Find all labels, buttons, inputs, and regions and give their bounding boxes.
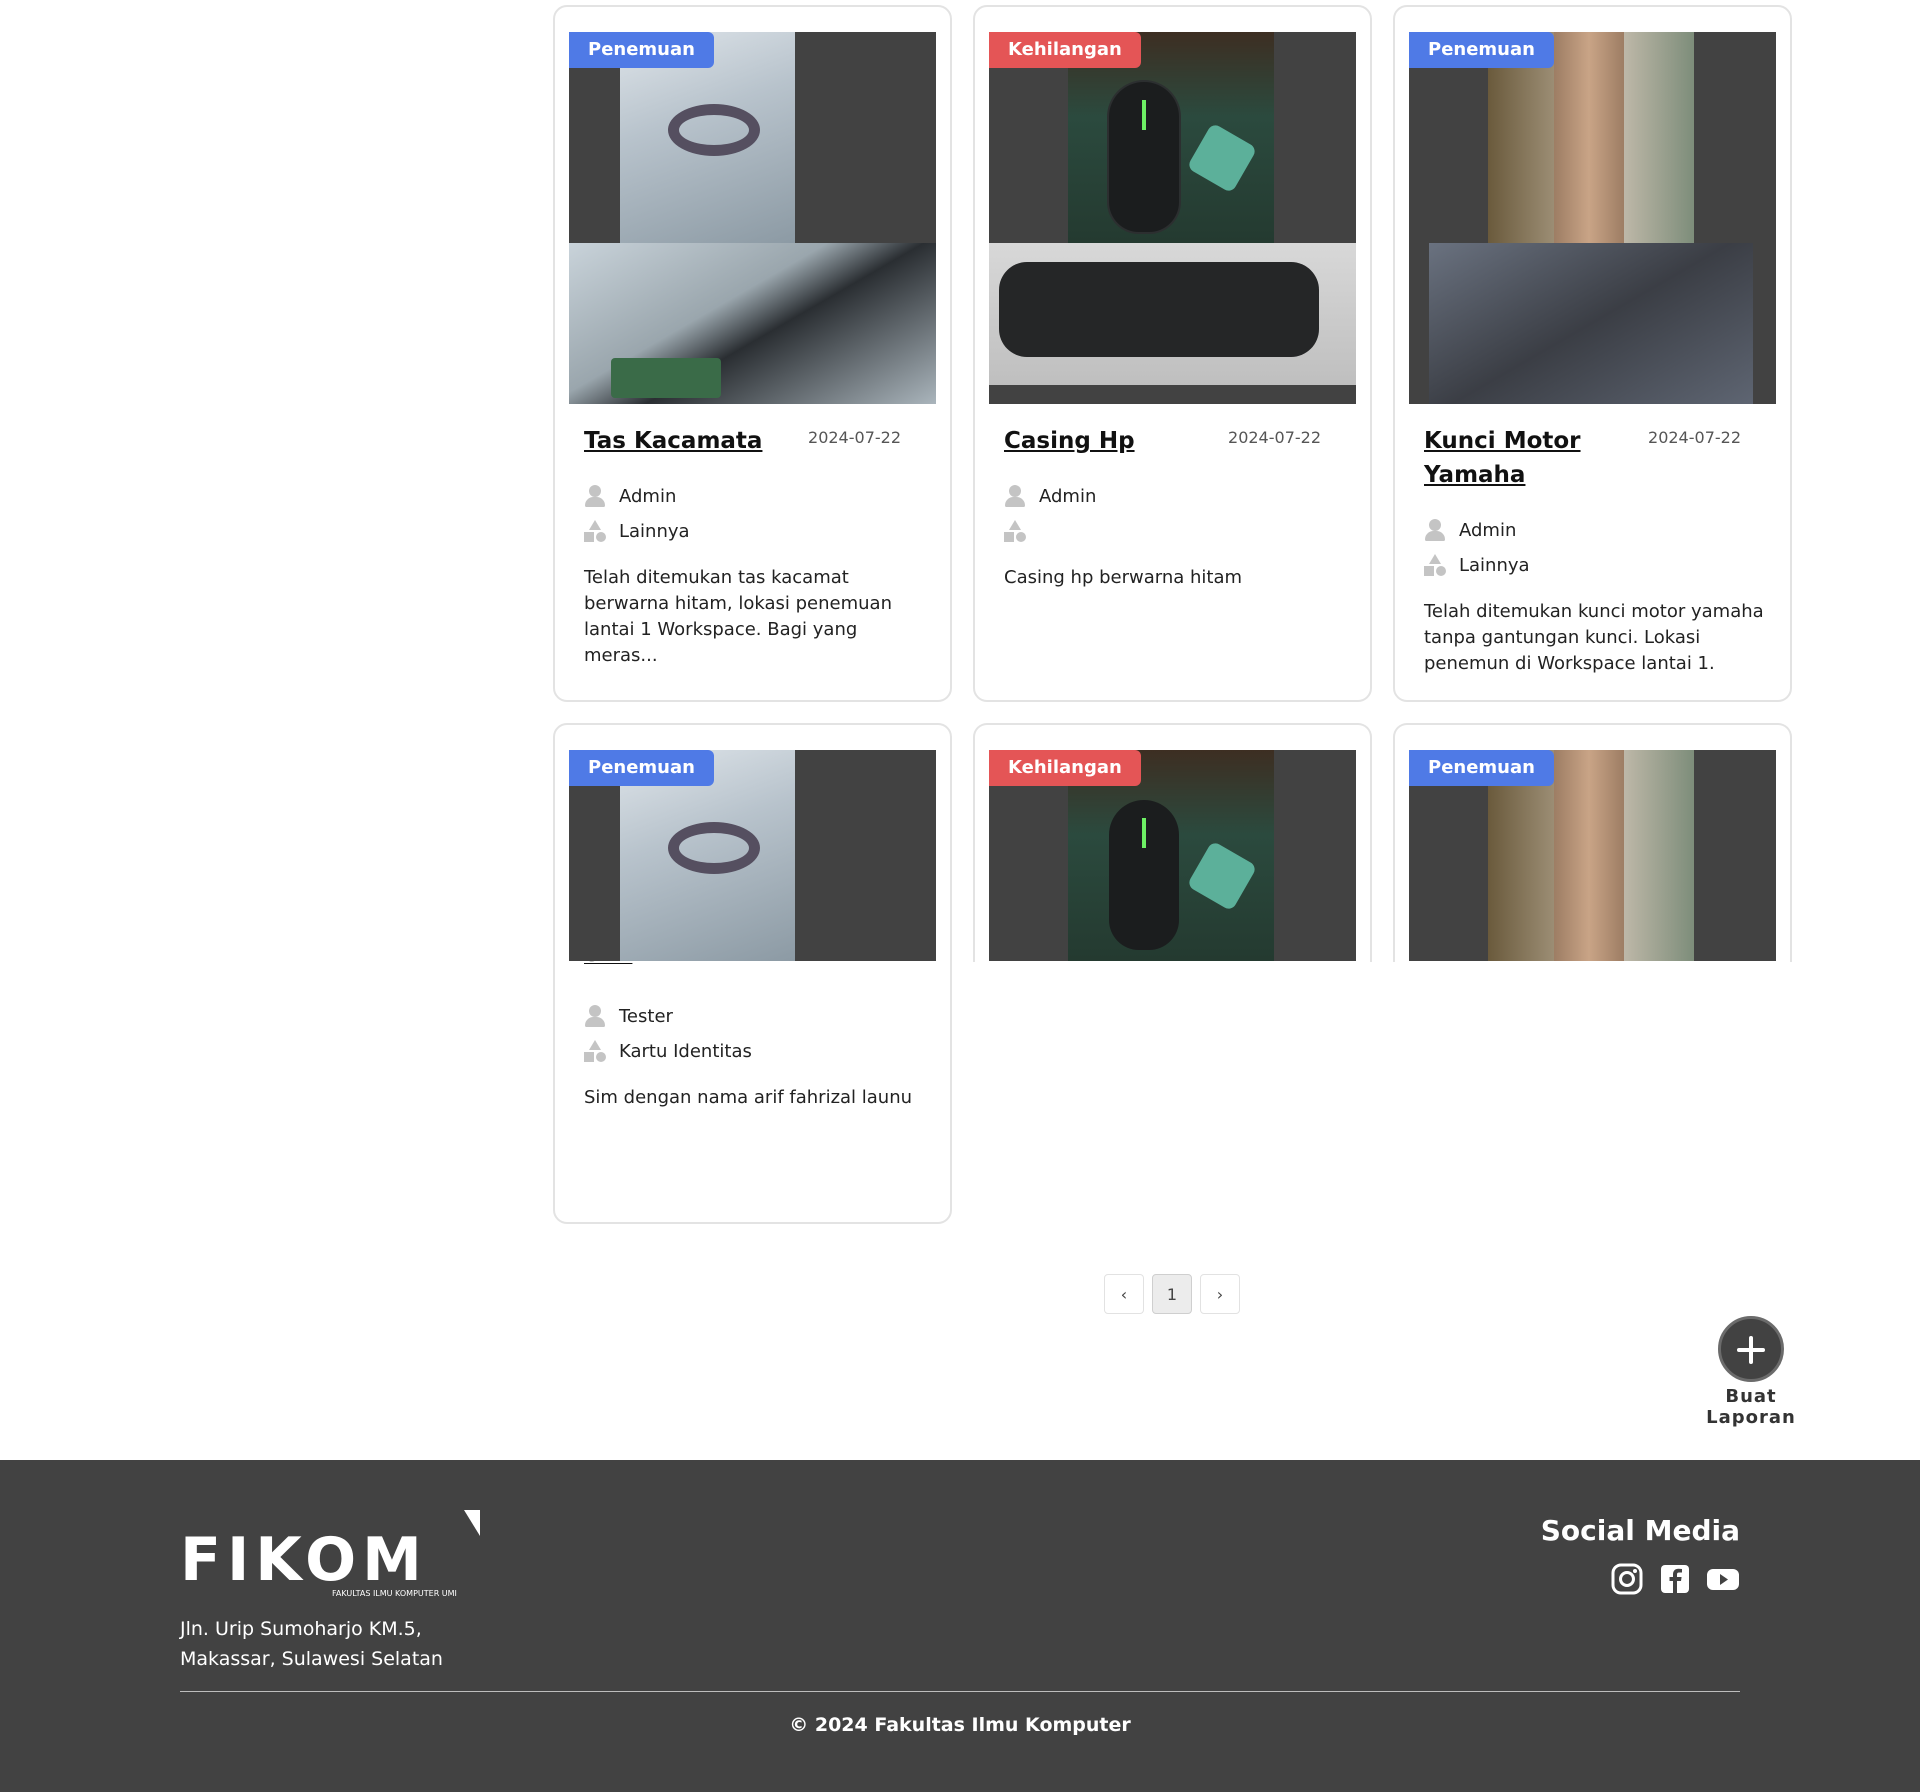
item-card-sim[interactable]: Sim Penemuan Tester Kartu Identitas Sim … [553,723,952,1224]
add-report-button[interactable] [1718,1316,1784,1382]
type-badge: Penemuan [569,32,714,68]
footer-divider [180,1691,1740,1692]
item-title-link[interactable]: Tas Kacamata [584,424,794,458]
user-icon [1424,519,1446,541]
item-title-link[interactable]: Casing Hp [1004,424,1214,458]
category-icon [584,520,606,542]
item-date: 2024-07-22 [808,428,901,447]
item-category [1004,520,1039,542]
category-icon [1004,520,1026,542]
user-icon [1004,485,1026,507]
user-icon [584,485,606,507]
youtube-icon[interactable] [1706,1562,1740,1596]
item-category: Lainnya [1424,554,1530,576]
item-card-partial[interactable]: Kehilangan [973,723,1372,962]
fikom-logo: FIKOM FAKULTAS ILMU KOMPUTER UMI [180,1510,480,1598]
category-name: Lainnya [1459,554,1530,576]
social-media-title: Social Media [1540,1514,1740,1547]
footer-address: Jln. Urip Sumoharjo KM.5, Makassar, Sula… [180,1614,443,1674]
user-name: Tester [619,1005,673,1027]
item-date: 2024-07-22 [1228,428,1321,447]
type-badge: Kehilangan [989,750,1141,786]
item-card-casing-hp[interactable]: Kehilangan Casing Hp 2024-07-22 Admin Ca… [973,5,1372,702]
type-badge: Kehilangan [989,32,1141,68]
instagram-icon[interactable] [1610,1562,1644,1596]
user-name: Admin [619,485,677,507]
pagination: ‹ 1 › [1104,1274,1240,1314]
svg-text:FIKOM: FIKOM [180,1525,428,1595]
user-icon [584,1005,606,1027]
pagination-next-button[interactable]: › [1200,1274,1240,1314]
item-title-link[interactable]: Kunci Motor Yamaha [1424,424,1634,492]
item-description: Sim dengan nama arif fahrizal launu [584,1087,913,1108]
item-user: Tester [584,1005,673,1027]
type-badge: Penemuan [569,750,714,786]
category-icon [1424,554,1446,576]
pagination-prev-button[interactable]: ‹ [1104,1274,1144,1314]
address-line: Jln. Urip Sumoharjo KM.5, [180,1618,422,1640]
item-photo [1409,32,1776,404]
type-badge: Penemuan [1409,32,1554,68]
item-description: Casing hp berwarna hitam [1004,567,1243,588]
item-user: Admin [584,485,676,507]
type-badge: Penemuan [1409,750,1554,786]
item-description: Telah ditemukan tas kacamat berwarna hit… [584,567,892,666]
copyright: © 2024 Fakultas Ilmu Komputer [789,1714,1131,1736]
item-category: Kartu Identitas [584,1040,752,1062]
item-user: Admin [1424,519,1516,541]
address-line: Makassar, Sulawesi Selatan [180,1648,443,1670]
item-card-kunci-motor[interactable]: Penemuan Kunci Motor Yamaha 2024-07-22 A… [1393,5,1792,702]
pagination-page-button[interactable]: 1 [1152,1274,1192,1314]
footer: FIKOM FAKULTAS ILMU KOMPUTER UMI Jln. Ur… [0,1460,1920,1792]
user-name: Admin [1039,485,1097,507]
item-user: Admin [1004,485,1096,507]
item-card-tas-kacamata[interactable]: Penemuan Tas Kacamata 2024-07-22 Admin L… [553,5,952,702]
social-links [1610,1562,1740,1596]
facebook-icon[interactable] [1658,1562,1692,1596]
item-date: 2024-07-22 [1648,428,1741,447]
add-report-label[interactable]: Buat Laporan [1688,1386,1814,1428]
item-photo [989,32,1356,404]
category-name: Kartu Identitas [619,1040,752,1062]
svg-text:FAKULTAS ILMU KOMPUTER UMI: FAKULTAS ILMU KOMPUTER UMI [332,1589,457,1598]
category-icon [584,1040,606,1062]
user-name: Admin [1459,519,1517,541]
item-card-partial[interactable]: Penemuan [1393,723,1792,962]
item-description: Telah ditemukan kunci motor yamaha tanpa… [1424,601,1764,674]
category-name: Lainnya [619,520,690,542]
item-photo [569,32,936,404]
item-category: Lainnya [584,520,690,542]
